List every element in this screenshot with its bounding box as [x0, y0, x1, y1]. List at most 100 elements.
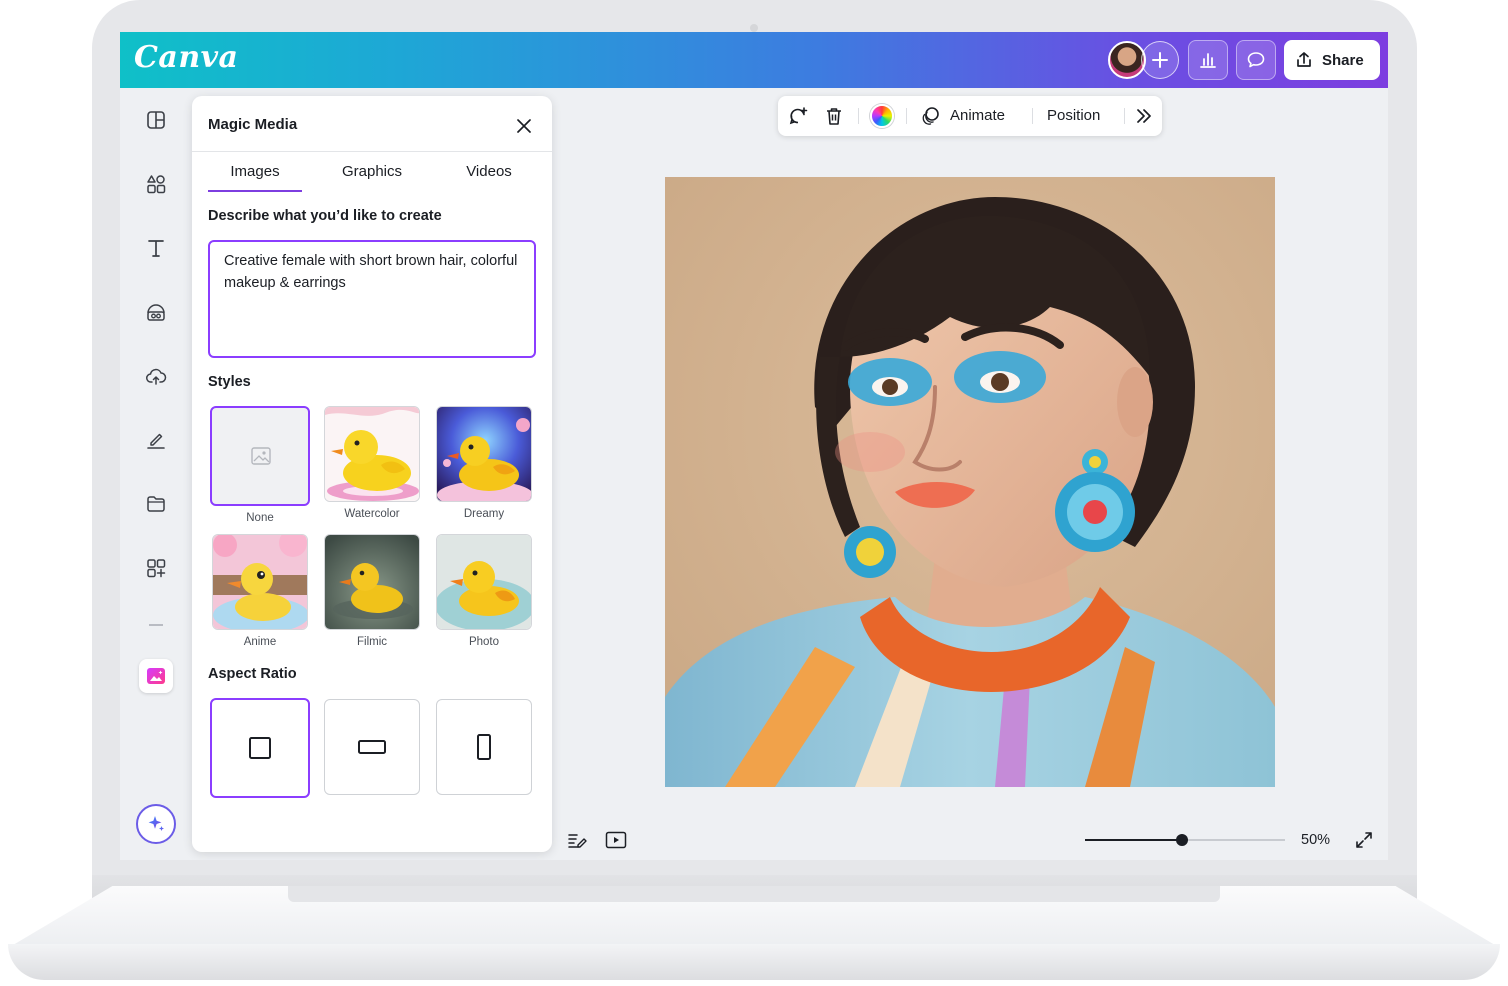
rail-uploads[interactable]	[141, 361, 171, 391]
zoom-level[interactable]: 50%	[1301, 832, 1330, 848]
magic-assistant-button[interactable]	[136, 804, 176, 844]
close-icon	[517, 119, 531, 133]
prompt-input[interactable]: Creative female with short brown hair, c…	[208, 240, 536, 358]
rail-magic-media[interactable]	[139, 659, 173, 693]
prompt-label: Describe what you’d like to create	[208, 208, 442, 224]
color-wheel-icon	[870, 104, 894, 128]
position-button[interactable]: Position	[1047, 107, 1100, 124]
tab-graphics[interactable]: Graphics	[325, 163, 419, 191]
present-button[interactable]	[605, 829, 627, 851]
style-filmic[interactable]	[324, 534, 420, 630]
regenerate-icon	[789, 107, 808, 125]
notes-icon	[568, 834, 587, 848]
toolbar-divider	[906, 108, 907, 124]
animate-icon-wrap[interactable]	[918, 104, 942, 128]
aspect-landscape-option[interactable]	[324, 699, 420, 795]
plus-icon	[1152, 52, 1168, 68]
style-anime[interactable]	[212, 534, 308, 630]
share-upload-icon	[1297, 52, 1311, 67]
toolbar-divider	[1124, 108, 1125, 124]
insights-button[interactable]	[1188, 40, 1228, 80]
regenerate-button[interactable]	[786, 104, 810, 128]
webcam	[750, 24, 758, 32]
magic-sparkle-icon	[148, 816, 164, 831]
rail-brand[interactable]	[141, 297, 171, 327]
rail-design[interactable]	[141, 105, 171, 135]
hinge	[288, 886, 1220, 902]
element-toolbar: Animate Position	[778, 96, 1162, 136]
share-button[interactable]: Share	[1284, 40, 1380, 80]
magic-media-panel: Magic Media Images Graphics Videos Descr…	[192, 96, 552, 852]
insights-icon	[1200, 53, 1216, 68]
panel-divider	[192, 151, 552, 152]
projects-icon	[147, 496, 165, 512]
elements-icon	[147, 175, 166, 194]
laptop-base	[8, 886, 1500, 984]
generated-portrait-image[interactable]	[665, 177, 1275, 787]
style-watercolor-label: Watercolor	[344, 508, 400, 520]
style-dreamy-label: Dreamy	[463, 508, 505, 520]
zoom-slider-thumb[interactable]	[1176, 834, 1188, 846]
canva-logo[interactable]: Canva	[134, 40, 239, 75]
rail-apps[interactable]	[141, 553, 171, 583]
style-dreamy[interactable]	[436, 406, 532, 502]
top-bar: Canva Share	[120, 32, 1388, 88]
design-icon	[147, 111, 165, 129]
comment-icon	[1247, 52, 1265, 68]
style-photo[interactable]	[436, 534, 532, 630]
panel-close-button[interactable]	[512, 114, 536, 138]
toolbar-divider	[858, 108, 859, 124]
more-options-button[interactable]	[1132, 104, 1156, 128]
rail-divider	[149, 624, 163, 626]
apps-icon	[147, 559, 166, 578]
left-rail	[120, 88, 192, 860]
delete-button[interactable]	[822, 104, 846, 128]
trash-icon	[827, 108, 841, 125]
watercolor-duck-thumbnail	[325, 407, 419, 501]
rail-elements[interactable]	[141, 169, 171, 199]
aspect-square-option[interactable]	[210, 698, 310, 798]
tab-images[interactable]: Images	[208, 163, 302, 191]
rail-text[interactable]	[141, 233, 171, 263]
portrait-illustration	[665, 177, 1275, 787]
photo-duck-thumbnail	[437, 535, 531, 629]
more-chevrons-icon	[1137, 109, 1151, 123]
present-icon	[605, 831, 627, 849]
base-front	[8, 944, 1500, 980]
draw-icon	[147, 433, 165, 449]
add-collaborator-button[interactable]	[1141, 41, 1179, 79]
uploads-icon	[146, 368, 167, 385]
styles-label: Styles	[208, 374, 251, 390]
comments-button[interactable]	[1236, 40, 1276, 80]
style-none[interactable]	[210, 406, 310, 506]
image-placeholder-icon	[251, 447, 271, 465]
style-anime-label: Anime	[243, 636, 277, 648]
animate-button[interactable]: Animate	[950, 107, 1005, 124]
notes-button[interactable]	[566, 829, 588, 851]
active-tab-indicator	[208, 190, 302, 192]
text-icon	[148, 240, 164, 257]
share-label: Share	[1322, 51, 1364, 69]
color-button[interactable]	[870, 104, 894, 128]
anime-duck-thumbnail	[213, 535, 307, 629]
brand-icon	[147, 304, 165, 321]
style-watercolor[interactable]	[324, 406, 420, 502]
zoom-slider-fill	[1085, 839, 1182, 841]
fullscreen-button[interactable]	[1353, 829, 1375, 851]
app-screen: Canva Share Magic Media Images Graphics …	[120, 32, 1388, 860]
magic-media-icon	[147, 668, 165, 684]
portrait-ratio-icon	[477, 734, 491, 760]
aspect-portrait-option[interactable]	[436, 699, 532, 795]
aspect-ratio-label: Aspect Ratio	[208, 666, 297, 682]
rail-draw[interactable]	[141, 425, 171, 455]
style-photo-label: Photo	[468, 636, 500, 648]
animate-icon	[922, 107, 939, 125]
filmic-duck-thumbnail	[325, 535, 419, 629]
toolbar-divider	[1032, 108, 1033, 124]
landscape-ratio-icon	[358, 740, 386, 754]
dreamy-duck-thumbnail	[437, 407, 531, 501]
rail-projects[interactable]	[141, 489, 171, 519]
panel-title: Magic Media	[208, 116, 298, 133]
style-none-label: None	[246, 512, 274, 524]
tab-videos[interactable]: Videos	[442, 163, 536, 191]
